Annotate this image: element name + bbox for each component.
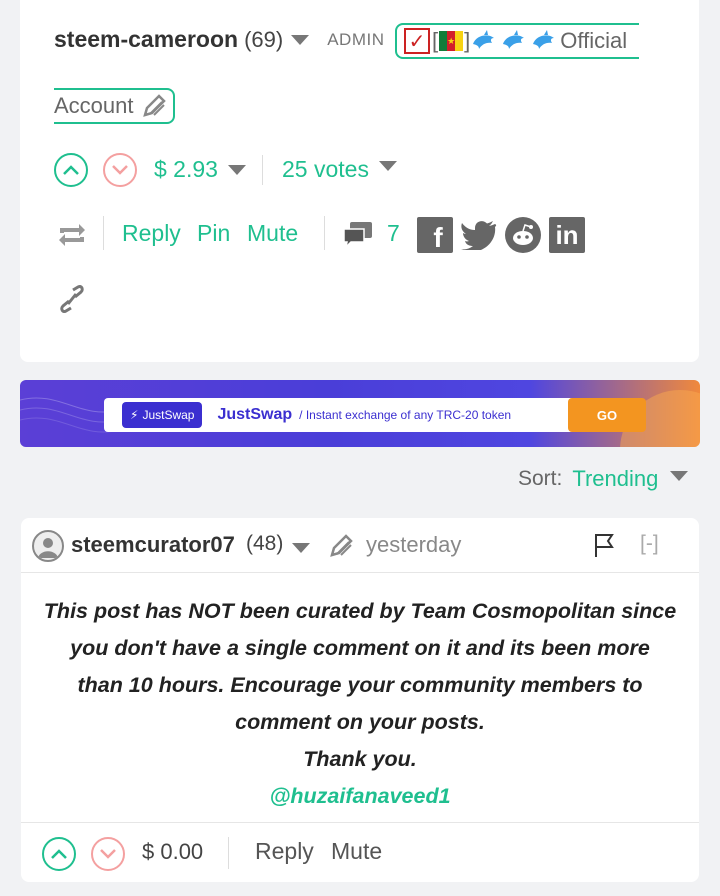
author-menu-caret-icon[interactable] <box>291 34 310 45</box>
comment-reply-link[interactable]: Reply <box>255 838 314 865</box>
comment-timestamp[interactable]: yesterday <box>366 532 461 558</box>
dolphin-icon <box>473 30 495 49</box>
comment-line: comment on your posts. <box>235 710 485 734</box>
banner-go-button[interactable]: GO <box>568 398 646 432</box>
downvote-button[interactable] <box>103 153 137 187</box>
banner-content: ⚡ JustSwap JustSwap / Instant exchange of… <box>104 398 646 432</box>
role-badge: ADMIN <box>327 29 385 49</box>
facebook-icon[interactable]: f <box>417 217 453 253</box>
post-payout[interactable]: $ 2.93 <box>154 156 246 183</box>
post-author-line: steem-cameroon (69) ADMIN <box>54 26 384 53</box>
avatar[interactable] <box>32 530 64 562</box>
chevron-up-icon <box>63 165 79 175</box>
divider <box>228 837 229 869</box>
title-text-official: Official <box>560 28 628 53</box>
payout-caret-icon[interactable] <box>227 164 246 175</box>
divider <box>262 155 263 185</box>
chevron-up-icon <box>51 849 67 859</box>
author-title-badge: ✓ [ ★ ] Official <box>395 23 639 59</box>
flag-icon[interactable] <box>593 532 615 558</box>
resteem-icon[interactable] <box>56 222 88 248</box>
dolphin-icon <box>533 30 555 49</box>
chevron-down-icon <box>112 165 128 175</box>
author-title-badge-cont: Account <box>54 88 175 124</box>
votes-count[interactable]: 25 votes <box>282 156 397 183</box>
collapse-toggle[interactable]: [-] <box>640 532 659 556</box>
sort-label: Sort: <box>518 467 563 490</box>
comment-payout[interactable]: $ 0.00 <box>142 839 203 865</box>
upvote-button[interactable] <box>54 153 88 187</box>
bracket-open: [ <box>432 28 439 53</box>
comment-footer: $ 0.00 Reply Mute <box>21 822 699 882</box>
comment-author[interactable]: steemcurator07 <box>71 532 235 558</box>
comment-card: steemcurator07 (48) yesterday [-] This p… <box>21 518 699 882</box>
banner-tagline: / Instant exchange of any TRC-20 token <box>299 408 512 422</box>
comment-author-caret-icon[interactable] <box>292 543 310 553</box>
post-author[interactable]: steem-cameroon <box>54 26 238 53</box>
sort-value: Trending <box>572 466 659 491</box>
dolphin-icon <box>503 30 525 49</box>
link-icon[interactable] <box>58 284 86 314</box>
comment-body: This post has NOT been curated by Team C… <box>21 593 699 815</box>
comment-downvote-button[interactable] <box>91 837 125 871</box>
justswap-banner[interactable]: ⚡ JustSwap JustSwap / Instant exchange of… <box>20 380 700 447</box>
twitter-icon[interactable] <box>461 217 497 253</box>
comment-line: This post has NOT been curated by Team C… <box>43 599 677 623</box>
reddit-icon[interactable] <box>505 217 541 253</box>
justswap-logo: ⚡ JustSwap <box>122 402 203 428</box>
mute-link[interactable]: Mute <box>247 220 298 247</box>
mention-link[interactable]: @huzaifanaveed1 <box>21 778 699 815</box>
divider <box>324 216 325 250</box>
title-text-account: Account <box>54 93 134 118</box>
votes-label: 25 votes <box>282 156 369 182</box>
comment-upvote-button[interactable] <box>42 837 76 871</box>
divider <box>103 216 104 250</box>
sort-selector[interactable]: Sort: Trending <box>518 466 689 492</box>
pencil-icon <box>330 534 353 557</box>
comment-count[interactable]: 7 <box>387 220 400 247</box>
comment-mute-link[interactable]: Mute <box>331 838 382 865</box>
comment-line: Thank you. <box>303 747 417 771</box>
checkmark-icon: ✓ <box>404 28 430 54</box>
linkedin-icon[interactable]: in <box>549 217 585 253</box>
comments-icon[interactable] <box>342 220 374 250</box>
reply-link[interactable]: Reply <box>122 220 181 247</box>
cameroon-flag-icon: ★ <box>439 31 464 51</box>
pencil-icon[interactable] <box>140 92 168 120</box>
comment-line: than 10 hours. Encourage your community … <box>77 673 643 697</box>
comment-header: steemcurator07 (48) yesterday [-] <box>21 518 699 573</box>
sort-caret-icon[interactable] <box>670 471 689 481</box>
banner-title: JustSwap <box>217 406 293 423</box>
votes-caret-icon[interactable] <box>378 160 397 171</box>
pin-link[interactable]: Pin <box>197 220 230 247</box>
chevron-down-icon <box>100 849 116 859</box>
payout-value: $ 2.93 <box>154 156 218 182</box>
comment-author-reputation: (48) <box>246 532 284 555</box>
comment-line: you don't have a single comment on it an… <box>70 636 650 660</box>
post-author-reputation: (69) <box>244 26 284 52</box>
